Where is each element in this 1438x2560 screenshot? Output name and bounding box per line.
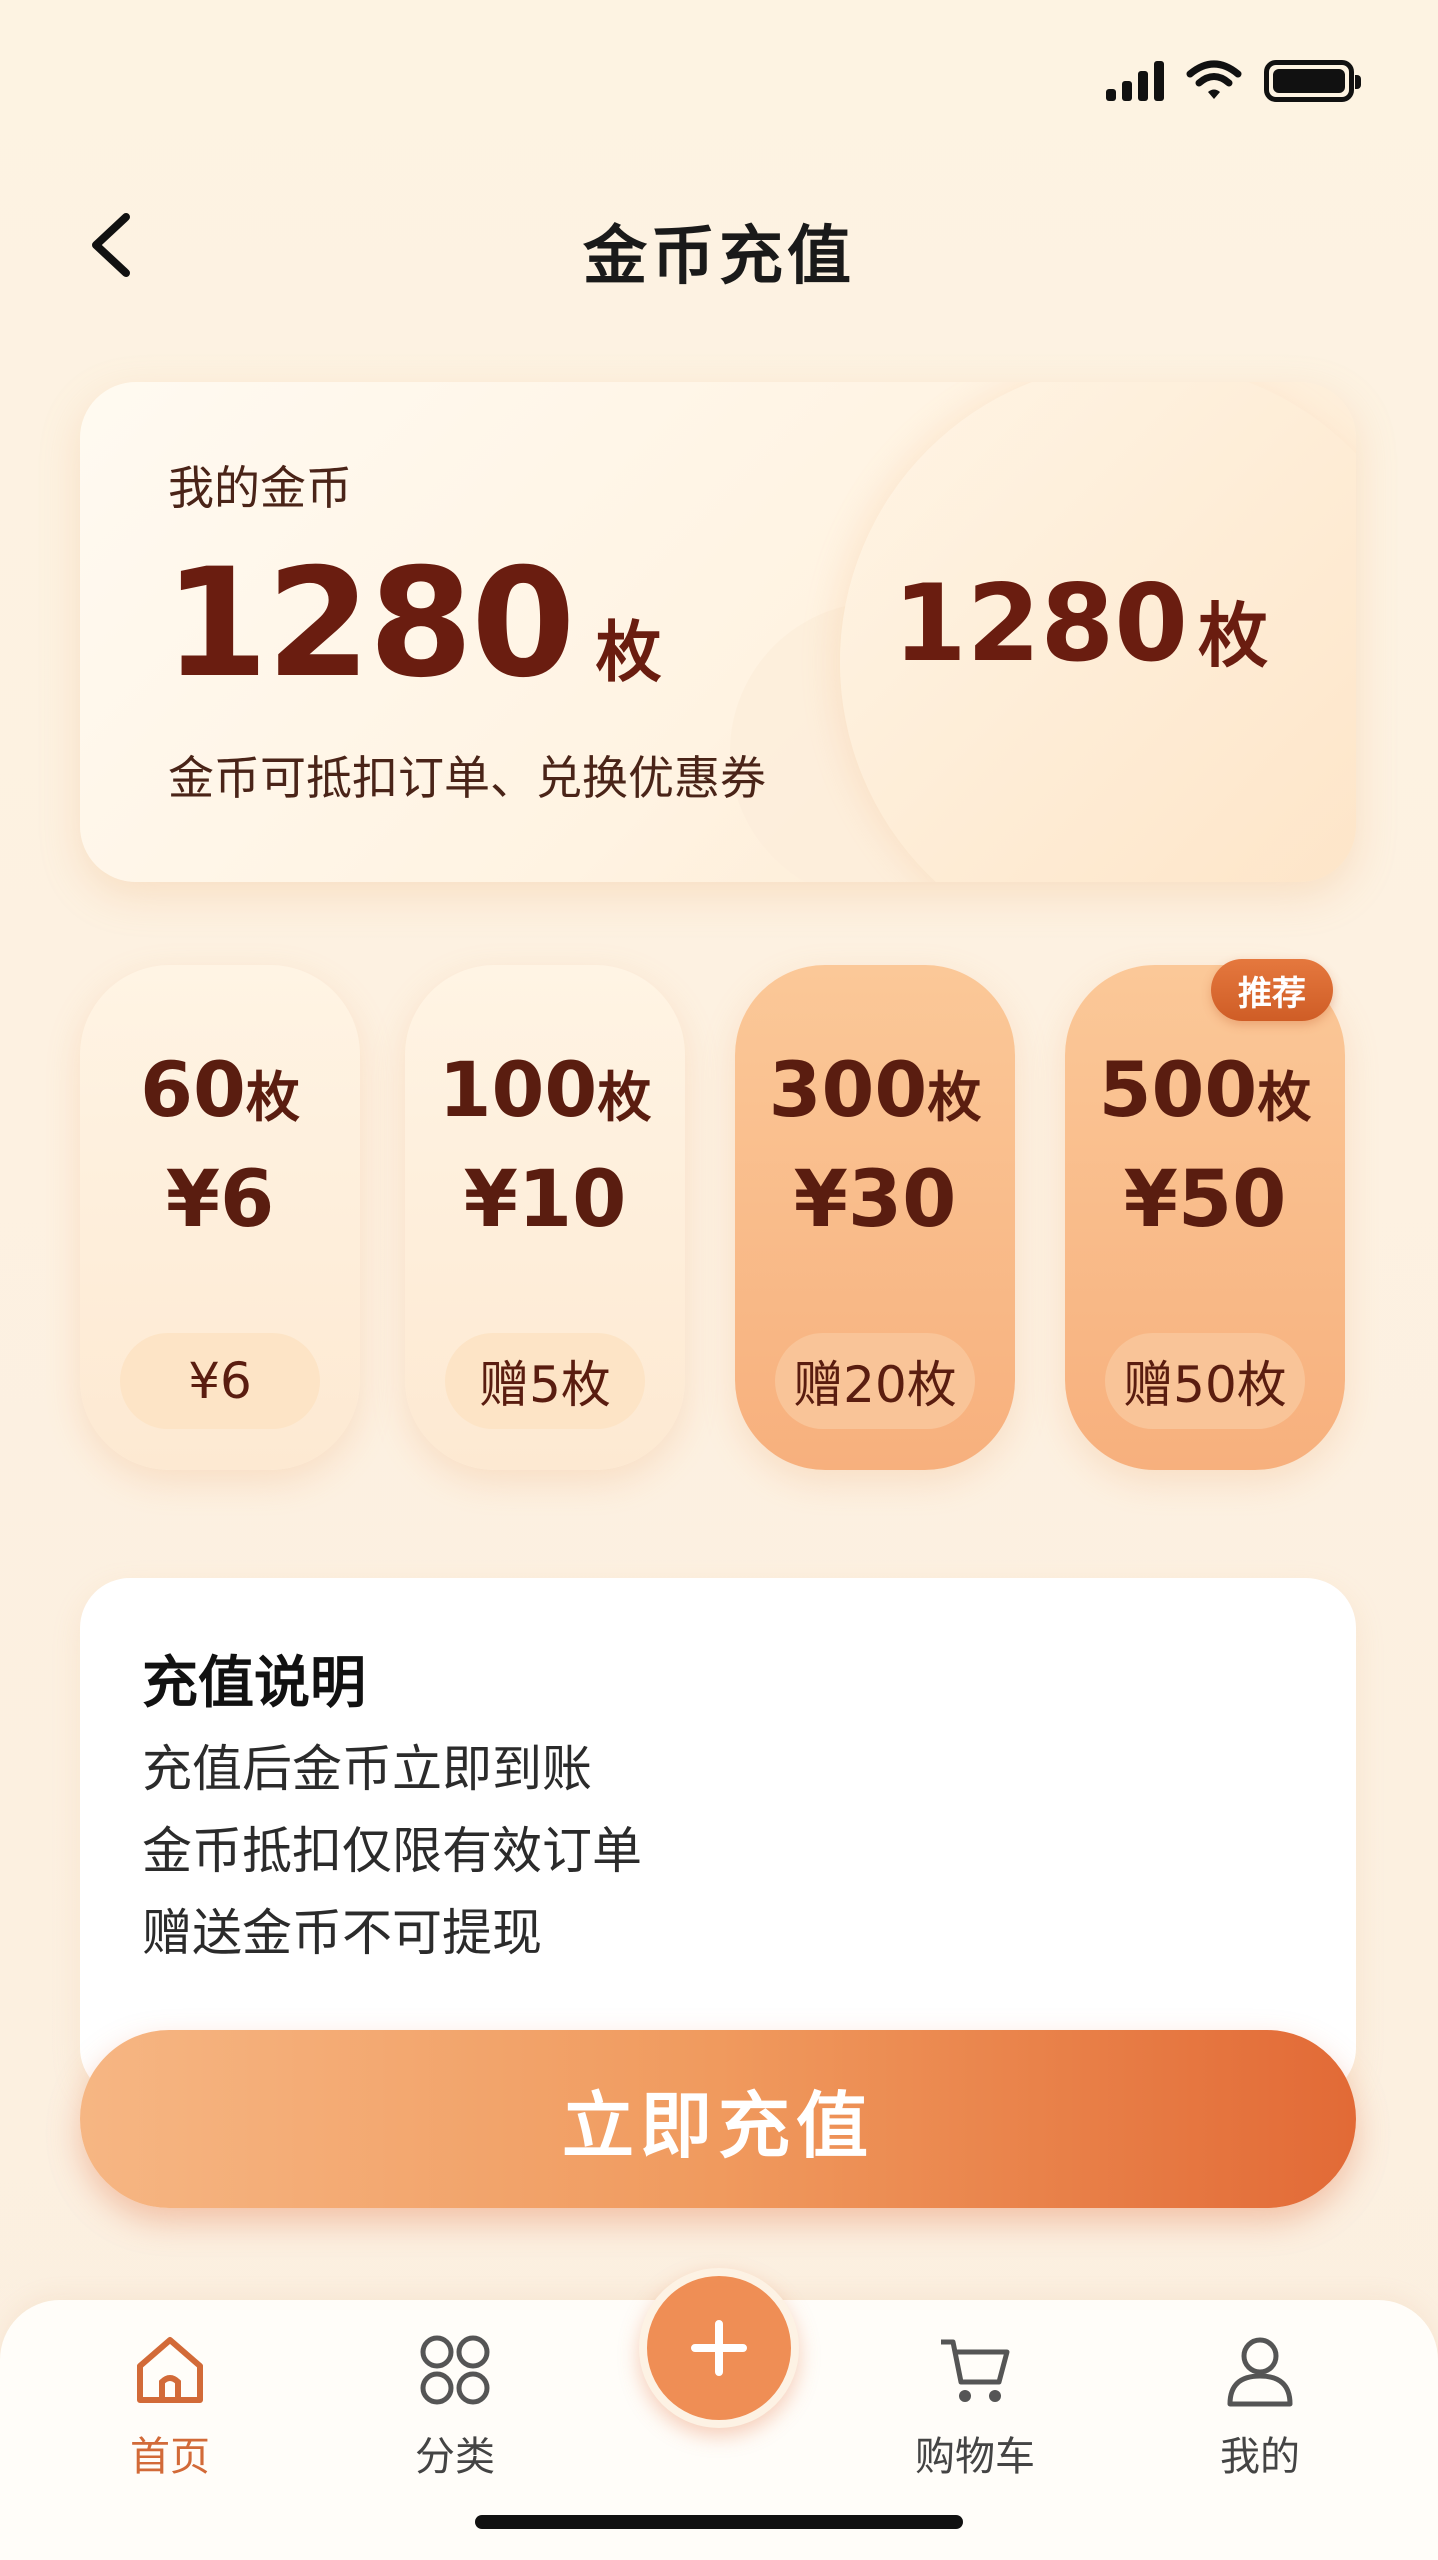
recharge-now-button[interactable]: 立即充值 [80,2030,1356,2208]
package-bonus: 赠5枚 [445,1333,645,1429]
package-coins: 100枚 [438,1045,652,1134]
balance-description: 金币可抵扣订单、兑换优惠券 [168,751,766,805]
balance-side-amount: 1280 枚 [893,562,1268,685]
balance-number: 1280 [164,537,575,711]
cart-icon [941,2339,1010,2402]
balance-card: 我的金币 1280 枚 金币可抵扣订单、兑换优惠券 1280 枚 [80,382,1356,882]
tab-category[interactable]: 分类 [355,2330,555,2510]
side-unit: 枚 [1198,595,1268,677]
tab-label: 我的 [1220,2434,1300,2480]
page-title: 金币充值 [583,220,855,294]
package-option-500[interactable]: 推荐 500枚 ¥50 赠50枚 [1065,959,1345,1470]
tab-cart[interactable]: 购物车 [875,2330,1075,2510]
wifi-icon [1186,60,1242,99]
package-price: ¥6 [165,1155,275,1245]
user-icon [1227,2337,1293,2407]
side-number: 1280 [892,562,1188,685]
package-bonus: 赠20枚 [775,1333,975,1429]
home-indicator[interactable] [475,2515,963,2529]
package-coins: 300枚 [768,1045,982,1134]
package-list: 60枚 ¥6 ¥6 100枚 ¥10 赠5枚 300枚 ¥30 赠20枚 推荐 … [80,959,1356,1475]
tab-home[interactable]: 首页 [70,2330,270,2510]
list-item: 赠送金币不可提现 [142,1904,542,1962]
notes-title: 充值说明 [142,1651,366,1716]
package-bonus: ¥6 [120,1333,320,1429]
package-option-300[interactable]: 300枚 ¥30 赠20枚 [735,965,1015,1470]
package-option-100[interactable]: 100枚 ¥10 赠5枚 [405,965,685,1470]
add-button[interactable] [639,2268,799,2428]
balance-unit: 枚 [595,614,662,691]
list-item: 金币抵扣仅限有效订单 [142,1822,642,1880]
list-item: 充值后金币立即到账 [142,1740,592,1798]
grid-icon [420,2335,490,2405]
home-icon [137,2337,203,2403]
status-bar [1106,60,1361,102]
package-coins: 60枚 [140,1045,300,1134]
tab-label: 购物车 [915,2434,1035,2480]
balance-label: 我的金币 [168,461,352,515]
tab-profile[interactable]: 我的 [1160,2330,1360,2510]
plus-icon [691,2320,747,2376]
package-price: ¥50 [1123,1155,1287,1245]
package-coins: 500枚 [1098,1045,1312,1134]
package-bonus: 赠50枚 [1105,1333,1305,1429]
signal-icon [1106,61,1164,101]
package-option-60[interactable]: 60枚 ¥6 ¥6 [80,965,360,1470]
recharge-notes-card: 充值说明 充值后金币立即到账 金币抵扣仅限有效订单 赠送金币不可提现 [80,1578,1356,2098]
tab-label: 首页 [130,2434,210,2480]
notes-list: 充值后金币立即到账 金币抵扣仅限有效订单 赠送金币不可提现 [142,1728,642,1974]
battery-icon [1264,60,1361,102]
recommend-badge: 推荐 [1211,959,1333,1021]
package-price: ¥30 [793,1155,957,1245]
tab-label: 分类 [415,2434,495,2480]
package-price: ¥10 [463,1155,627,1245]
balance-amount: 1280 枚 [164,537,661,711]
